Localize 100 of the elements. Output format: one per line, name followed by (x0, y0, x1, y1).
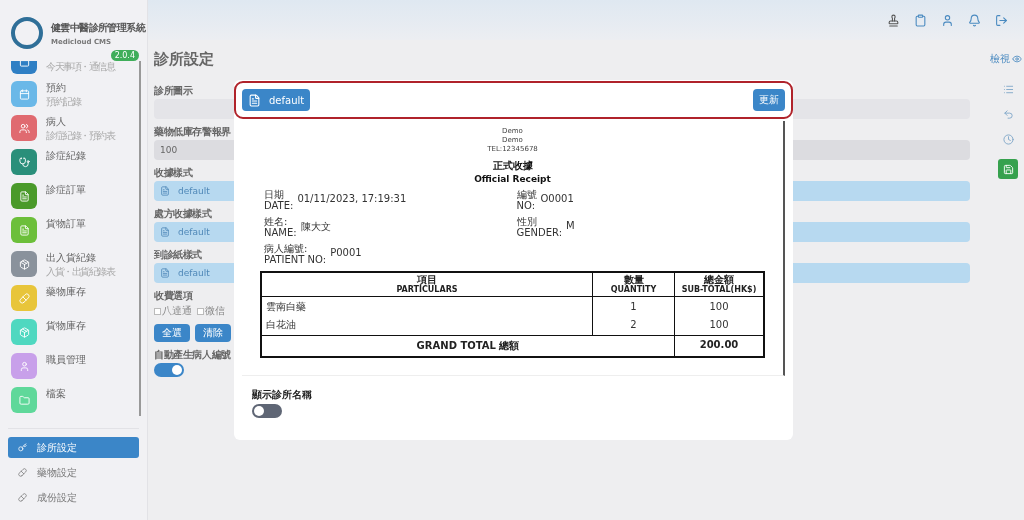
key-icon (18, 443, 27, 452)
table-cell-text: 100 (708, 319, 730, 331)
receipt-title: Official Receipt (474, 174, 551, 184)
nav-item[interactable]: 貨物庫存 (11, 319, 139, 346)
nav-subtitle: 預約記錄 (46, 95, 80, 109)
nav-label: 職員管理 (46, 353, 86, 367)
clipboard-icon[interactable] (914, 13, 927, 27)
table-cell-text: 雲南白藥 (266, 301, 307, 313)
nav-item[interactable]: 貨物訂單 (11, 217, 139, 244)
nav-label: 藥物庫存 (46, 285, 86, 299)
app-title: 健雲中醫診所管理系統 (51, 20, 145, 35)
save-button[interactable] (998, 159, 1018, 179)
document-icon (160, 227, 170, 237)
field-label: 藥物低庫存警報界 (154, 125, 231, 138)
toggle-label: 顯示診所名稱 (252, 388, 313, 402)
info-label: 性別 GENDER: (516, 216, 563, 238)
table-cell-text: 2 (629, 319, 638, 331)
field-label: 自動產生病人編號 (154, 348, 231, 361)
nav-subtitle: 診症紀錄・預約表 (46, 129, 114, 143)
pill-icon (18, 493, 27, 502)
nav-item[interactable]: 診症紀錄 (11, 149, 139, 176)
checkbox-option[interactable]: 八達通 (154, 304, 192, 318)
logo-icon (11, 17, 43, 49)
nav-subtitle: 入貨・出貨紀錄表 (46, 265, 114, 279)
info-value: 陳大文 (300, 220, 331, 234)
field-label: 診所圖示 (154, 84, 193, 97)
nav-label: 貨物訂單 (46, 217, 86, 231)
field-label: 處方收據樣式 (154, 207, 212, 220)
table-cell-text: 白花油 (266, 319, 297, 331)
total-label: GRAND TOTAL 總額 (262, 336, 675, 356)
document-icon (248, 93, 261, 107)
info-label: 姓名: NAME: (264, 216, 297, 238)
info-label: 病人編號: PATIENT NO: (264, 243, 327, 265)
view-link[interactable]: 檢視 (990, 52, 1022, 66)
users-icon (18, 122, 30, 134)
settings-nav-item[interactable]: 藥物設定 (8, 462, 139, 483)
nav-item[interactable]: 出入貨紀錄 入貨・出貨紀錄表 (11, 251, 139, 278)
document-icon (18, 224, 30, 236)
document-icon (160, 268, 170, 278)
stethoscope-icon (18, 156, 30, 168)
nav-label: 診症訂單 (46, 183, 86, 197)
document-icon (160, 186, 170, 196)
settings-nav-item[interactable]: 診所設定 (8, 437, 139, 458)
table-cell-text: 100 (708, 301, 730, 313)
field-label: 收據樣式 (154, 166, 193, 179)
user-icon[interactable] (941, 13, 954, 27)
nav-item[interactable]: 職員管理 (11, 353, 139, 380)
user-icon (18, 360, 30, 372)
info-label: 日期 DATE: (264, 189, 294, 211)
pill-icon (18, 292, 30, 304)
template-button[interactable]: default (242, 89, 311, 111)
action-button[interactable]: 全選 (154, 324, 190, 342)
box-icon (18, 326, 30, 338)
nav-label: 病人 (46, 115, 67, 129)
column-header: 總金額 (704, 274, 734, 285)
save-icon (1002, 163, 1014, 175)
nav-item[interactable]: 預約 預約記錄 (11, 81, 139, 108)
info-value: 01/11/2023, 17:19:31 (297, 193, 407, 204)
field-label: 到診紙樣式 (154, 248, 202, 261)
info-label: 編號 NO: (516, 189, 537, 211)
nav-subtitle: 今天事項・通信息 (46, 61, 114, 74)
logout-icon[interactable] (995, 13, 1008, 27)
field-label: 收費選項 (154, 289, 193, 302)
nav-label: 貨物庫存 (46, 319, 86, 333)
calendar-icon (18, 88, 30, 100)
nav-label: 預約 (46, 81, 67, 95)
list-icon[interactable] (1002, 84, 1014, 95)
box-icon (18, 258, 30, 270)
bell-icon[interactable] (968, 13, 981, 27)
column-header: QUANTITY (610, 285, 657, 295)
column-header: 數量 (623, 274, 644, 285)
checkbox-option[interactable]: 微信 (197, 304, 225, 318)
nav-item[interactable]: 藥物庫存 (11, 285, 139, 312)
total-amount: 200.00 (698, 338, 740, 352)
nav-label: 檔案 (46, 387, 66, 401)
version-badge: 2.0.4 (110, 50, 139, 61)
receipt-title: 正式收據 (492, 159, 533, 173)
info-value: P0001 (330, 247, 362, 258)
undo-icon[interactable] (1002, 109, 1014, 120)
update-button[interactable]: 更新 (753, 89, 785, 111)
nav-label: 出入貨紀錄 (46, 251, 97, 265)
info-value: M (566, 220, 575, 231)
nav-item[interactable]: 檔案 (11, 387, 139, 414)
column-header: 項目 (417, 274, 437, 285)
folder-icon (18, 394, 30, 406)
nav-item[interactable]: 病人 診症紀錄・預約表 (11, 115, 139, 142)
column-header: PARTICULARS (396, 285, 458, 295)
table-cell-text: 1 (629, 301, 638, 313)
toggle-switch[interactable] (252, 404, 282, 418)
clock-icon[interactable] (1002, 134, 1014, 145)
toggle-switch[interactable] (154, 363, 184, 377)
info-value: O0001 (540, 193, 574, 204)
pill-icon (18, 468, 27, 477)
settings-nav-item[interactable]: 成份設定 (8, 487, 139, 508)
nav-label: 診症紀錄 (46, 149, 86, 163)
page-title: 診所設定 (154, 49, 214, 69)
nav-item[interactable]: 診症訂單 (11, 183, 139, 210)
stamp-icon[interactable] (887, 13, 900, 27)
eye-icon (1012, 54, 1022, 64)
action-button[interactable]: 清除 (195, 324, 231, 342)
